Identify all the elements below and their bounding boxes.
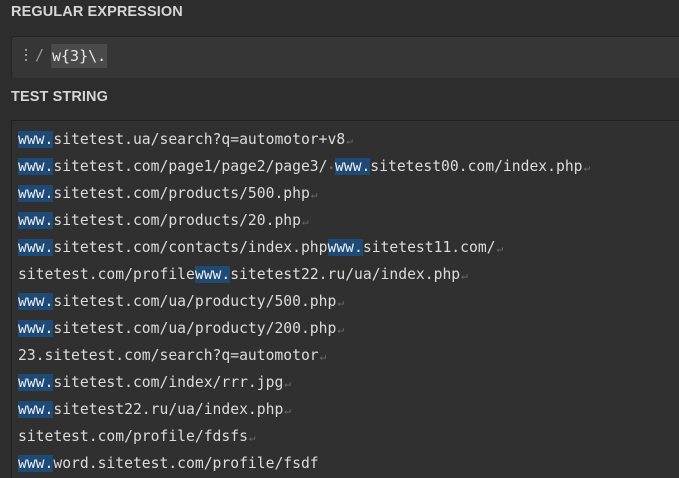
text-segment: sitetest11.com/ xyxy=(362,239,496,256)
regex-match: www. xyxy=(18,293,54,310)
regex-section-title: REGULAR EXPRESSION xyxy=(11,4,183,20)
line-break-icon: ↵ xyxy=(248,431,256,444)
line-break-icon: ↵ xyxy=(284,404,291,417)
test-string-line[interactable]: www.sitetest.com/ua/producty/200.php↵ xyxy=(18,315,590,342)
line-break-icon: ↵ xyxy=(583,161,591,174)
test-string-line[interactable]: www.sitetest22.ru/ua/index.php↵ xyxy=(18,396,590,423)
test-string-line[interactable]: www.sitetest.com/contacts/index.phpwww.s… xyxy=(18,234,590,261)
text-segment: 23.sitetest.com/search?q=automotor xyxy=(18,347,319,364)
test-string-line[interactable]: www.sitetest.com/products/20.php↵ xyxy=(18,207,590,234)
line-break-icon: ↵ xyxy=(301,215,309,228)
regex-match: www. xyxy=(18,158,54,175)
regex-match: www. xyxy=(18,131,54,148)
test-string-line[interactable]: 23.sitetest.com/search?q=automotor↵ xyxy=(18,342,590,369)
regex-match: www. xyxy=(327,239,363,256)
text-segment: sitetest.com/contacts/index.php xyxy=(53,239,328,256)
text-segment: sitetest.com/page1/page2/page3/ xyxy=(53,158,328,175)
text-segment: sitetest22.ru/ua/index.php xyxy=(53,401,284,418)
test-string-line[interactable]: sitetest.com/profilewww.sitetest22.ru/ua… xyxy=(18,261,590,288)
line-break-icon: ↵ xyxy=(496,242,504,255)
regex-match: www. xyxy=(334,158,371,175)
text-segment: word.sitetest.com/profile/fsdf xyxy=(53,455,319,472)
text-segment: sitetest.ua/search?q=automotor+v8 xyxy=(53,131,346,148)
text-segment: sitetest22.ru/ua/index.php xyxy=(230,266,461,283)
regex-match: www. xyxy=(194,266,231,283)
text-segment: sitetest.com/ua/producty/200.php xyxy=(53,320,337,337)
regex-match: www. xyxy=(18,401,54,418)
test-string-editor[interactable]: www.sitetest.ua/search?q=automotor+v8↵ ww… xyxy=(11,120,679,478)
text-segment: sitetest.com/profile xyxy=(18,266,195,283)
line-break-icon: ↵ xyxy=(310,188,318,201)
regex-match: www. xyxy=(18,320,54,337)
text-segment: sitetest00.com/index.php xyxy=(370,158,583,175)
text-segment: sitetest.com/products/500.php xyxy=(53,185,310,202)
line-break-icon: ↵ xyxy=(284,377,291,390)
line-break-icon: ↵ xyxy=(319,350,327,363)
text-segment: sitetest.com/profile/fdsfs xyxy=(18,428,248,445)
regex-delimiter: / xyxy=(35,46,45,64)
test-string-line[interactable]: www.sitetest.com/index/rrr.jpg↵ xyxy=(18,369,590,396)
test-string-section-title: TEST STRING xyxy=(11,89,108,105)
test-string-line[interactable]: sitetest.com/profile/fdsfs↵ xyxy=(18,423,590,450)
regex-match: www. xyxy=(18,455,54,472)
flags-menu-icon[interactable] xyxy=(25,49,28,63)
text-segment: sitetest.com/products/20.php xyxy=(53,212,301,229)
test-string-lines[interactable]: www.sitetest.ua/search?q=automotor+v8↵ ww… xyxy=(18,126,590,477)
text-segment: sitetest.com/index/rrr.jpg xyxy=(53,374,284,391)
test-string-line[interactable]: www.sitetest.com/products/500.php↵ xyxy=(18,180,590,207)
line-break-icon: ↵ xyxy=(461,269,468,282)
test-string-line[interactable]: www.sitetest.com/page1/page2/page3/•www.… xyxy=(18,153,590,180)
regex-pattern-input[interactable]: w{3}\. xyxy=(51,44,108,68)
regex-input-container[interactable]: / w{3}\. xyxy=(11,36,679,78)
line-break-icon: ↵ xyxy=(337,323,344,336)
test-string-line[interactable]: www.sitetest.com/ua/producty/500.php↵ xyxy=(18,288,590,315)
text-segment: sitetest.com/ua/producty/500.php xyxy=(53,293,337,310)
regex-match: www. xyxy=(18,239,54,256)
test-string-line[interactable]: www.word.sitetest.com/profile/fsdf xyxy=(18,450,590,477)
regex-tester-panel: REGULAR EXPRESSION / w{3}\. TEST STRING … xyxy=(0,0,679,478)
regex-match: www. xyxy=(18,185,54,202)
whitespace-marker: • xyxy=(328,164,334,174)
line-break-icon: ↵ xyxy=(346,134,353,147)
regex-match: www. xyxy=(18,212,54,229)
test-string-line[interactable]: www.sitetest.ua/search?q=automotor+v8↵ xyxy=(18,126,590,153)
regex-match: www. xyxy=(18,374,54,391)
line-break-icon: ↵ xyxy=(337,296,344,309)
